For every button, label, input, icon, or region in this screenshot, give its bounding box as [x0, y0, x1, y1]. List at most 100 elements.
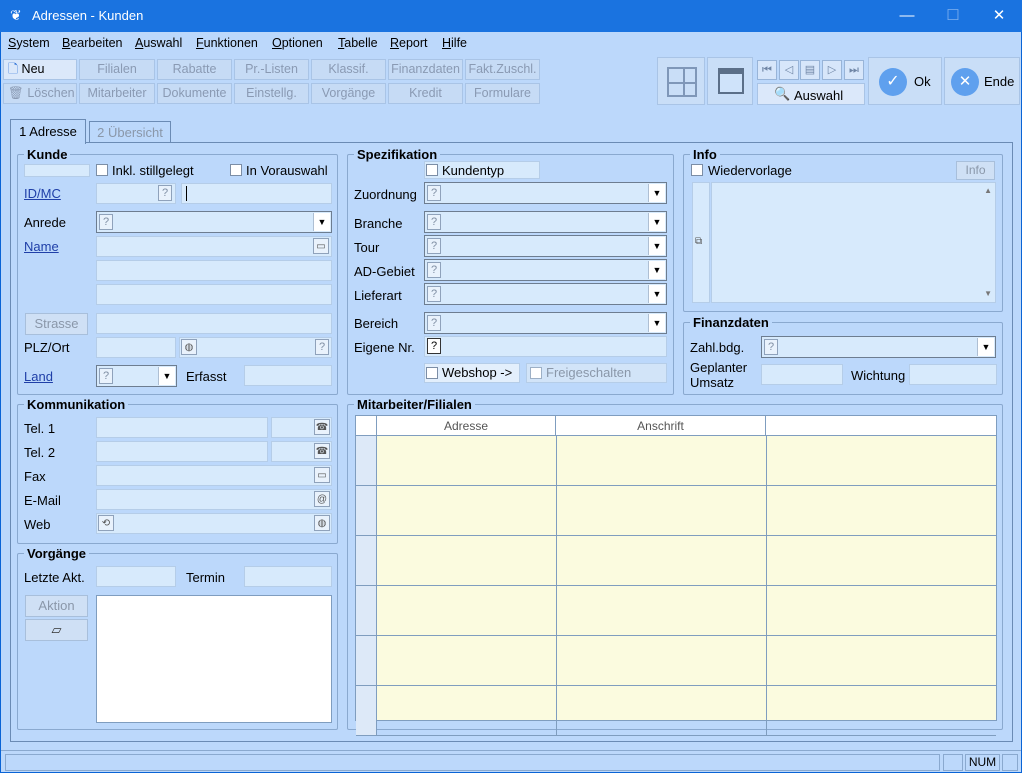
ok-button[interactable]: ✓ Ok	[868, 57, 942, 105]
name1-field[interactable]: ▭	[96, 236, 332, 257]
wichtung-field[interactable]	[909, 364, 997, 385]
menu-report[interactable]: Report	[390, 36, 428, 50]
at-sign-icon[interactable]: @	[314, 491, 330, 507]
eigene-nr-field[interactable]: ?	[424, 336, 667, 357]
fakt-zuschl-button[interactable]: Fakt.Zuschl.	[465, 59, 540, 80]
einstellg-button[interactable]: Einstellg.	[234, 83, 309, 104]
menu-optionen[interactable]: Optionen	[272, 36, 323, 50]
tel2-field[interactable]	[96, 441, 268, 462]
column-header-anschrift[interactable]: Anschrift	[556, 416, 766, 436]
land-label[interactable]: Land	[24, 369, 53, 384]
menu-funktionen[interactable]: Funktionen	[196, 36, 258, 50]
id-help-icon[interactable]: ?	[158, 185, 172, 201]
layout-button[interactable]	[657, 57, 705, 105]
kundentyp-checkbox[interactable]	[426, 164, 438, 176]
in-vorauswahl-checkbox[interactable]	[230, 164, 242, 176]
list-record-button[interactable]: ▤	[800, 60, 820, 80]
kredit-button[interactable]: Kredit	[388, 83, 463, 104]
ort-help-icon[interactable]: ?	[315, 339, 329, 355]
column-header-adresse[interactable]: Adresse	[377, 416, 556, 436]
tab-uebersicht[interactable]: 2 Übersicht	[89, 121, 171, 142]
row-selector[interactable]	[356, 436, 377, 485]
freigeschaltet-checkbox[interactable]	[530, 367, 542, 379]
tel1-field[interactable]	[96, 417, 268, 438]
auswahl-button[interactable]: 🔍 Auswahl	[757, 83, 865, 105]
menu-bearbeiten[interactable]: Bearbeiten	[62, 36, 122, 50]
fax-icon[interactable]: ▭	[314, 467, 330, 483]
web-field[interactable]: ⟲ ◍	[96, 513, 332, 534]
email-field[interactable]: @	[96, 489, 332, 510]
row-selector[interactable]	[356, 686, 377, 735]
row-selector[interactable]	[356, 636, 377, 685]
klassif-button[interactable]: Klassif.	[311, 59, 386, 80]
maximize-button[interactable]: ☐	[930, 0, 976, 32]
vorgaenge-button[interactable]: Vorgänge	[311, 83, 386, 104]
globe-icon[interactable]: ◍	[314, 515, 330, 531]
ort-field[interactable]: ◍ ?	[179, 337, 332, 358]
link-icon[interactable]: ⟲	[98, 515, 114, 531]
lieferart-combo[interactable]: ? ▼	[424, 283, 667, 305]
land-combo[interactable]: ? ▼	[96, 365, 177, 387]
tel1-ext-field[interactable]: ☎	[271, 417, 332, 438]
branche-combo[interactable]: ? ▼	[424, 211, 667, 233]
scroll-up-icon[interactable]: ▲	[984, 186, 992, 195]
archive-button[interactable]	[707, 57, 753, 105]
table-row[interactable]	[356, 636, 996, 686]
tab-adresse[interactable]: 1 Adresse	[10, 119, 86, 144]
row-selector[interactable]	[356, 536, 377, 585]
first-record-button[interactable]: ⏮	[757, 60, 777, 80]
row-selector[interactable]	[356, 586, 377, 635]
plz-field[interactable]	[96, 337, 176, 358]
last-record-button[interactable]: ⏭	[844, 60, 864, 80]
preislisten-button[interactable]: Pr.-Listen	[234, 59, 309, 80]
phone-icon[interactable]: ☎	[314, 443, 330, 459]
strasse-field[interactable]	[96, 313, 332, 334]
mc-field[interactable]	[181, 183, 332, 204]
idmc-label[interactable]: ID/MC	[24, 186, 61, 201]
info-button[interactable]: Info	[956, 161, 995, 180]
filialen-button[interactable]: Filialen	[79, 59, 155, 80]
next-record-button[interactable]: ▷	[822, 60, 842, 80]
column-header-extra[interactable]	[766, 416, 996, 436]
restore-icon[interactable]: ⧉	[695, 236, 702, 247]
umsatz-field[interactable]	[761, 364, 843, 385]
name2-field[interactable]	[96, 260, 332, 281]
menu-tabelle[interactable]: Tabelle	[338, 36, 378, 50]
name-label[interactable]: Name	[24, 239, 59, 254]
bereich-combo[interactable]: ? ▼	[424, 312, 667, 334]
row-selector[interactable]	[356, 486, 377, 535]
adgebiet-combo[interactable]: ? ▼	[424, 259, 667, 281]
formulare-button[interactable]: Formulare	[465, 83, 540, 104]
webshop-checkbox[interactable]	[426, 367, 438, 379]
finanzdaten-button[interactable]: Finanzdaten	[388, 59, 463, 80]
aktion-button[interactable]: Aktion	[25, 595, 88, 617]
menu-auswahl[interactable]: Auswahl	[135, 36, 182, 50]
prev-record-button[interactable]: ◁	[779, 60, 799, 80]
table-row[interactable]	[356, 486, 996, 536]
anrede-combo[interactable]: ? ▼	[96, 211, 332, 233]
card-icon[interactable]: ▭	[313, 238, 329, 254]
tour-combo[interactable]: ? ▼	[424, 235, 667, 257]
rabatte-button[interactable]: Rabatte	[157, 59, 232, 80]
dokumente-button[interactable]: Dokumente	[157, 83, 232, 104]
wiedervorlage-checkbox[interactable]	[691, 164, 703, 176]
eigene-nr-help-icon[interactable]: ?	[427, 338, 441, 354]
loeschen-button[interactable]: 🗑 Löschen	[3, 83, 77, 104]
ende-button[interactable]: ✕ Ende	[944, 57, 1020, 105]
zuordnung-combo[interactable]: ? ▼	[424, 182, 667, 204]
table-row[interactable]	[356, 586, 996, 636]
strasse-button[interactable]: Strasse	[25, 313, 88, 335]
neu-button[interactable]: 🗋 Neu	[3, 59, 77, 80]
zahlbdg-combo[interactable]: ? ▼	[761, 336, 996, 358]
globe-icon[interactable]: ◍	[181, 339, 197, 355]
scroll-down-icon[interactable]: ▼	[984, 289, 992, 298]
minimize-button[interactable]: —	[884, 0, 930, 32]
close-button[interactable]: ✕	[976, 0, 1022, 32]
table-row[interactable]	[356, 436, 996, 486]
menu-hilfe[interactable]: Hilfe	[442, 36, 467, 50]
menu-system[interactable]: System	[8, 36, 50, 50]
name3-field[interactable]	[96, 284, 332, 305]
inkl-stillgelegt-checkbox[interactable]	[96, 164, 108, 176]
vorgaenge-memo[interactable]	[96, 595, 332, 723]
table-row[interactable]	[356, 536, 996, 586]
